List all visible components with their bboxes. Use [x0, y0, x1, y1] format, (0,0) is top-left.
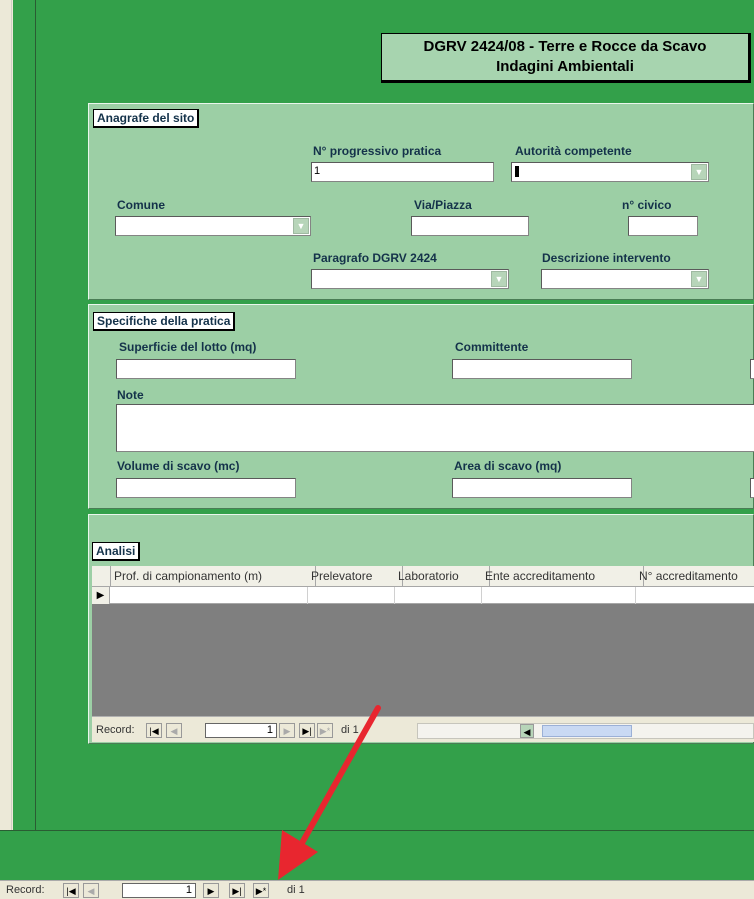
note-textarea[interactable]: [116, 404, 754, 452]
form-title-line1: DGRV 2424/08 - Terre e Rocce da Scavo: [423, 38, 707, 55]
text-cursor-icon: [515, 166, 519, 177]
chevron-down-icon[interactable]: ▼: [691, 164, 707, 180]
civico-label: n° civico: [622, 198, 672, 212]
committente-label: Committente: [455, 340, 529, 354]
subform-navigation-bar: Record: |◀ ◀ 1 ▶ ▶| ▶* di 1 ◀: [92, 716, 754, 742]
chevron-down-icon[interactable]: ▼: [293, 218, 309, 234]
scroll-left-icon[interactable]: ◀: [520, 724, 534, 738]
first-record-icon[interactable]: |◀: [146, 723, 162, 738]
paragrafo-combo[interactable]: ▼: [311, 269, 509, 289]
subform-record-label: Record:: [96, 724, 135, 736]
prev-record-icon[interactable]: ◀: [83, 883, 99, 898]
first-record-icon[interactable]: |◀: [63, 883, 79, 898]
column-laboratorio[interactable]: Laboratorio: [394, 566, 490, 586]
via-input[interactable]: [411, 216, 529, 236]
comune-combo[interactable]: ▼: [115, 216, 311, 236]
anagrafe-section-label: Anagrafe del sito: [93, 109, 200, 128]
column-accreditamento[interactable]: N° accreditamento: [635, 566, 754, 586]
analisi-subform-grid[interactable]: Prof. di campionamento (m) Prelevatore L…: [92, 566, 754, 716]
civico-input[interactable]: [628, 216, 698, 236]
form-title-box: DGRV 2424/08 - Terre e Rocce da Scavo In…: [381, 33, 751, 83]
red-arrow-annotation: [278, 705, 381, 880]
progressivo-input[interactable]: 1: [311, 162, 494, 182]
area-label: Area di scavo (mq): [454, 459, 562, 473]
prev-record-icon[interactable]: ◀: [166, 723, 182, 738]
specifiche-section-label: Specifiche della pratica: [93, 312, 236, 331]
via-label: Via/Piazza: [414, 198, 472, 212]
committente-input[interactable]: [452, 359, 632, 379]
descrizione-label: Descrizione intervento: [542, 251, 671, 265]
record-selector-strip: [0, 0, 12, 830]
column-prelevatore[interactable]: Prelevatore: [307, 566, 403, 586]
scrollbar-thumb[interactable]: [542, 725, 632, 737]
next-record-icon[interactable]: ▶: [203, 883, 219, 898]
main-record-label: Record:: [6, 884, 45, 896]
grid-header-row: Prof. di campionamento (m) Prelevatore L…: [92, 566, 754, 587]
paragrafo-label: Paragrafo DGRV 2424: [313, 251, 437, 265]
grid-new-row[interactable]: ▶: [92, 587, 754, 604]
form-left-border: [35, 0, 36, 830]
volume-input[interactable]: [116, 478, 296, 498]
last-record-icon[interactable]: ▶|: [229, 883, 245, 898]
analisi-section-label: Analisi: [92, 542, 141, 561]
comune-label: Comune: [117, 198, 165, 212]
volume-label: Volume di scavo (mc): [117, 459, 240, 473]
superficie-input[interactable]: [116, 359, 296, 379]
form-title-line2: Indagini Ambientali: [496, 58, 634, 75]
column-prof[interactable]: Prof. di campionamento (m): [110, 566, 316, 586]
note-label: Note: [117, 388, 144, 402]
column-ente[interactable]: Ente accreditamento: [481, 566, 644, 586]
grid-cell-sep: [394, 587, 395, 604]
cut-field-right-2[interactable]: [750, 478, 754, 498]
chevron-down-icon[interactable]: ▼: [691, 271, 707, 287]
horizontal-scrollbar[interactable]: ◀: [417, 723, 754, 739]
grid-cell-sep: [481, 587, 482, 604]
grid-cell-sep: [307, 587, 308, 604]
grid-corner: [92, 566, 111, 586]
main-record-number[interactable]: 1: [122, 883, 196, 898]
current-record-icon: ▶: [92, 587, 110, 604]
chevron-down-icon[interactable]: ▼: [491, 271, 507, 287]
autorita-label: Autorità competente: [515, 144, 632, 158]
progressivo-label: N° progressivo pratica: [313, 144, 442, 158]
superficie-label: Superficie del lotto (mq): [119, 340, 257, 354]
grid-cell-sep: [635, 587, 636, 604]
autorita-combo[interactable]: ▼: [511, 162, 709, 182]
descrizione-combo[interactable]: ▼: [541, 269, 709, 289]
area-input[interactable]: [452, 478, 632, 498]
cut-field-right-1[interactable]: [750, 359, 754, 379]
